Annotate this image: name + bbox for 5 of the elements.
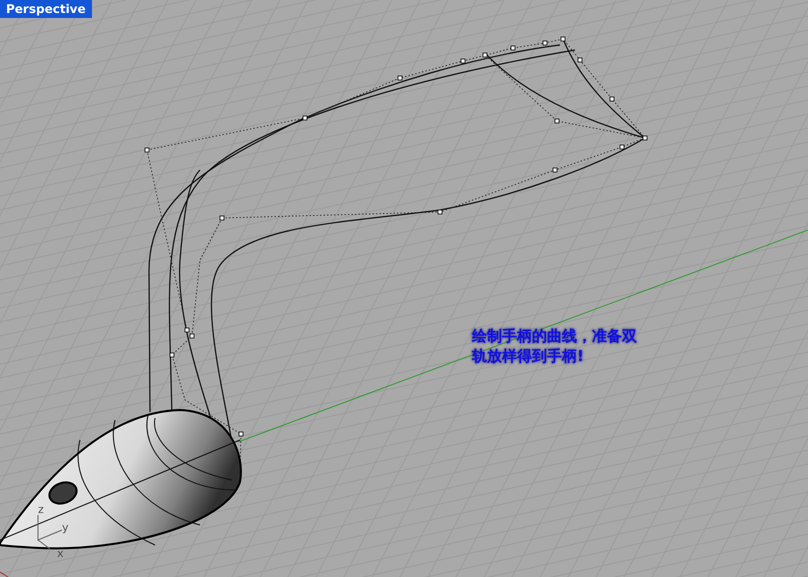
viewport-title[interactable]: Perspective [0,0,92,18]
z-axis-label: z [38,504,44,515]
axis-line [0,572,8,577]
y-axis-label: y [62,522,69,533]
x-axis-label: x [57,548,64,559]
